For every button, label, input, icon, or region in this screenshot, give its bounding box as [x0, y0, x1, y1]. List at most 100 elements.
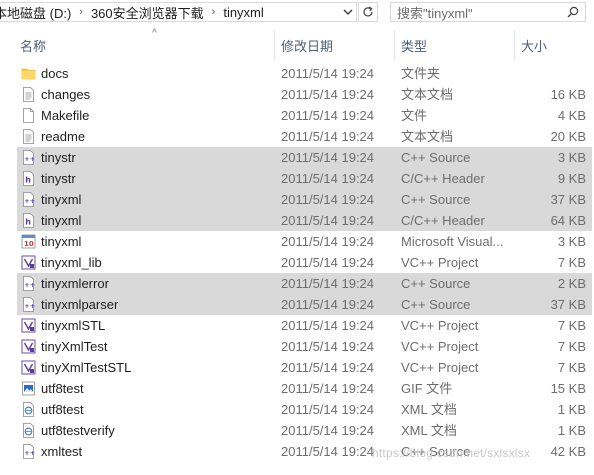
column-header-name[interactable]: 名称 ^	[14, 28, 274, 60]
search-input[interactable]: 搜索"tinyxml"	[390, 2, 586, 22]
file-type: C/C++ Header	[401, 171, 485, 186]
refresh-icon	[363, 6, 373, 17]
file-name[interactable]: utf8test	[41, 378, 84, 399]
file-name[interactable]: tinyxml	[41, 210, 81, 231]
file-name[interactable]: tinyxmlSTL	[41, 315, 105, 336]
svg-text:h: h	[25, 176, 31, 185]
file-name[interactable]: changes	[41, 84, 90, 105]
file-type: VC++ Project	[401, 255, 479, 270]
file-name[interactable]: readme	[41, 126, 85, 147]
file-row[interactable]: utf8test 2011/5/14 19:24 XML 文档 1 KB	[0, 399, 594, 420]
file-name[interactable]: Makefile	[41, 105, 89, 126]
file-type: 文本文档	[401, 129, 454, 144]
file-date: 2011/5/14 19:24	[281, 339, 375, 354]
file-name[interactable]: tinyxml	[41, 231, 81, 252]
file-row[interactable]: h tinyxml 2011/5/14 19:24 C/C++ Header 64 KB	[0, 210, 594, 231]
column-header-date[interactable]: 修改日期	[274, 30, 394, 60]
file-row[interactable]: utf8test 2011/5/14 19:24 GIF 文件 15 KB	[0, 378, 594, 399]
file-name[interactable]: tinyxml_lib	[41, 252, 102, 273]
blank-file-icon	[21, 108, 36, 123]
file-size: 1 KB	[557, 402, 586, 417]
file-date: 2011/5/14 19:24	[281, 381, 375, 396]
refresh-button[interactable]	[358, 2, 378, 22]
chevron-down-icon[interactable]	[339, 2, 357, 22]
file-row[interactable]: ++ tinyxml 2011/5/14 19:24 C++ Source 37 KB	[0, 189, 594, 210]
file-row[interactable]: 10 tinyxml 2011/5/14 19:24 Microsoft Visual…	[0, 231, 594, 252]
file-name[interactable]: xmltest	[41, 441, 82, 462]
column-header-size[interactable]: 大小	[514, 30, 594, 60]
file-type: XML 文档	[401, 423, 457, 438]
svg-text:++: ++	[24, 197, 35, 205]
file-row[interactable]: changes 2011/5/14 19:24 文本文档 16 KB	[0, 84, 594, 105]
search-placeholder: 搜索"tinyxml"	[397, 5, 473, 21]
svg-text:++: ++	[24, 281, 35, 289]
file-type: XML 文档	[401, 402, 457, 417]
cpp-source-icon: ++	[21, 150, 36, 165]
file-name[interactable]: tinyXmlTest	[41, 336, 107, 357]
chevron-right-icon[interactable]: ›	[73, 6, 89, 18]
file-name[interactable]: tinyxmlparser	[41, 294, 118, 315]
file-size	[520, 63, 586, 84]
cpp-source-icon: ++	[21, 444, 36, 459]
file-date: 2011/5/14 19:24	[281, 423, 375, 438]
gif-image-icon	[21, 381, 36, 396]
file-size: 16 KB	[550, 87, 586, 102]
file-name[interactable]: tinystr	[41, 168, 76, 189]
file-name[interactable]: tinyXmlTestSTL	[41, 357, 131, 378]
text-file-icon	[21, 87, 36, 102]
file-date: 2011/5/14 19:24	[281, 87, 375, 102]
file-size: 3 KB	[557, 150, 586, 165]
svg-text:h: h	[25, 218, 31, 227]
file-row[interactable]: tinyxmlSTL 2011/5/14 19:24 VC++ Project 7 K…	[0, 315, 594, 336]
breadcrumb-drive[interactable]: 本地磁盘 (D:)	[0, 3, 73, 22]
svg-text:++: ++	[24, 302, 35, 310]
svg-text:++: ++	[24, 155, 35, 163]
file-size: 7 KB	[557, 339, 586, 354]
file-row[interactable]: ++ tinyxmlparser 2011/5/14 19:24 C++ Source…	[0, 294, 594, 315]
file-name[interactable]: tinyxmlerror	[41, 273, 109, 294]
file-row[interactable]: ++ tinystr 2011/5/14 19:24 C++ Source 3 KB	[0, 147, 594, 168]
chevron-right-icon[interactable]: ›	[206, 6, 222, 18]
file-row[interactable]: utf8testverify 2011/5/14 19:24 XML 文档 1 KB	[0, 420, 594, 441]
file-type: C++ Source	[401, 276, 471, 291]
file-date: 2011/5/14 19:24	[281, 129, 375, 144]
file-row[interactable]: docs 2011/5/14 19:24 文件夹	[0, 63, 594, 84]
column-header-type[interactable]: 类型	[394, 30, 514, 60]
file-row[interactable]: tinyXmlTestSTL 2011/5/14 19:24 VC++ Projec…	[0, 357, 594, 378]
file-name[interactable]: utf8test	[41, 399, 84, 420]
file-date: 2011/5/14 19:24	[281, 318, 375, 333]
file-type: VC++ Project	[401, 318, 479, 333]
file-size: 20 KB	[550, 129, 586, 144]
file-date: 2011/5/14 19:24	[281, 360, 375, 375]
file-name[interactable]: tinystr	[41, 147, 76, 168]
svg-text:10: 10	[24, 240, 34, 248]
watermark: https://blog.csdn.net/sxlsxlsx	[372, 446, 531, 460]
file-row[interactable]: h tinystr 2011/5/14 19:24 C/C++ Header 9 KB	[0, 168, 594, 189]
breadcrumb-current[interactable]: tinyxml	[221, 5, 265, 20]
file-row[interactable]: Makefile 2011/5/14 19:24 文件 4 KB	[0, 105, 594, 126]
file-date: 2011/5/14 19:24	[281, 66, 375, 81]
file-name[interactable]: utf8testverify	[41, 420, 115, 441]
folder-icon	[21, 66, 36, 81]
file-type: 文件	[401, 108, 428, 123]
file-row[interactable]: ++ tinyxmlerror 2011/5/14 19:24 C++ Source 2…	[0, 273, 594, 294]
file-type: 文件夹	[401, 66, 441, 81]
vc-project-icon	[21, 318, 36, 333]
file-date: 2011/5/14 19:24	[281, 444, 375, 459]
vc-project-icon	[21, 360, 36, 375]
file-list: docs 2011/5/14 19:24 文件夹 changes 2011/5/14 1…	[0, 63, 594, 462]
file-size: 4 KB	[557, 108, 586, 123]
address-bar[interactable]: 本地磁盘 (D:) › 360安全浏览器下载 › tinyxml	[0, 2, 357, 22]
breadcrumb-folder[interactable]: 360安全浏览器下载	[89, 3, 206, 22]
file-type: VC++ Project	[401, 339, 479, 354]
search-icon[interactable]	[567, 6, 579, 18]
file-type: GIF 文件	[401, 381, 453, 396]
cpp-header-icon: h	[21, 213, 36, 228]
file-row[interactable]: readme 2011/5/14 19:24 文本文档 20 KB	[0, 126, 594, 147]
file-type: 文本文档	[401, 87, 454, 102]
file-name[interactable]: tinyxml	[41, 189, 81, 210]
file-row[interactable]: tinyxml_lib 2011/5/14 19:24 VC++ Project 7 …	[0, 252, 594, 273]
file-date: 2011/5/14 19:24	[281, 213, 375, 228]
file-name[interactable]: docs	[41, 63, 68, 84]
file-row[interactable]: tinyXmlTest 2011/5/14 19:24 VC++ Project 7 …	[0, 336, 594, 357]
